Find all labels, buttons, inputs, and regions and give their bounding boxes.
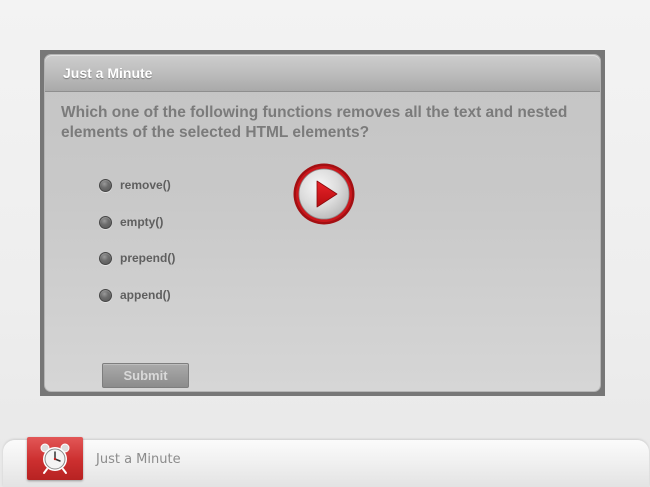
radio-button[interactable]	[99, 288, 112, 302]
radio-button[interactable]	[99, 251, 112, 265]
alarm-clock-icon	[40, 443, 70, 474]
option-remove[interactable]: remove()	[99, 176, 171, 194]
option-label: empty()	[120, 215, 164, 229]
play-icon	[293, 163, 355, 225]
option-label: remove()	[120, 178, 171, 192]
option-append[interactable]: append()	[99, 286, 171, 304]
play-button[interactable]	[292, 162, 356, 226]
radio-button[interactable]	[99, 215, 112, 229]
option-label: append()	[120, 288, 171, 302]
quiz-title: Just a Minute	[63, 65, 153, 81]
footer-title: Just a Minute	[96, 452, 181, 467]
question-text: Which one of the following functions rem…	[61, 104, 568, 141]
quiz-header: Just a Minute	[45, 55, 600, 92]
option-prepend[interactable]: prepend()	[99, 249, 175, 267]
submit-button[interactable]: Submit	[102, 363, 189, 388]
option-label: prepend()	[120, 251, 176, 265]
option-empty[interactable]: empty()	[99, 213, 163, 231]
radio-button[interactable]	[99, 178, 112, 192]
footer-icon-tile	[27, 437, 83, 480]
